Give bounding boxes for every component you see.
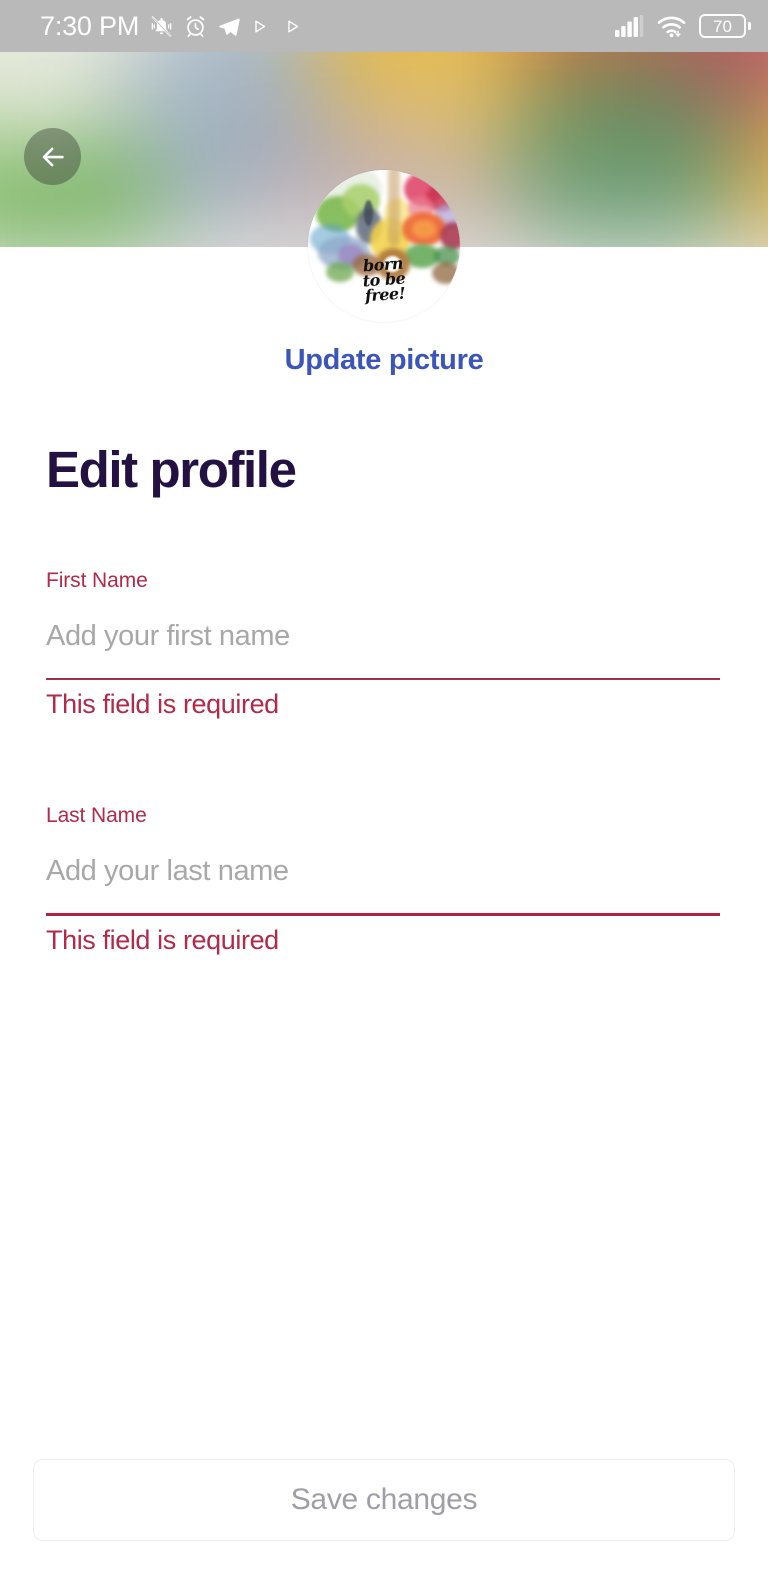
battery-level-text: 70 (713, 16, 732, 36)
avatar-caption-line-3: free! (364, 283, 406, 305)
save-changes-button[interactable]: Save changes (33, 1459, 735, 1541)
back-button[interactable] (24, 128, 81, 185)
play-triangle-icon (255, 19, 266, 33)
avatar[interactable]: born to be free! (308, 170, 460, 322)
last-name-field-group: Last Name This field is required (46, 805, 720, 954)
first-name-label: First Name (46, 569, 148, 592)
arrow-left-icon (42, 147, 64, 166)
telegram-icon (219, 17, 240, 36)
silent-bell-icon (151, 15, 172, 37)
avatar-caption: born to be free! (340, 253, 429, 305)
signal-bars-icon (615, 15, 644, 37)
last-name-error: This field is required (46, 925, 279, 955)
first-name-field-group: First Name This field is required (46, 570, 720, 718)
app-screen: 7:30 PM 70 born to be free! Update pictu… (0, 0, 768, 1569)
last-name-underline (46, 913, 720, 916)
wifi-icon (657, 16, 686, 37)
status-time: 7:30 PM (40, 10, 140, 41)
battery-icon: 70 (699, 14, 751, 38)
status-bar-left: 7:30 PM (40, 10, 615, 41)
status-bar: 7:30 PM 70 (0, 0, 768, 52)
status-bar-right: 70 (615, 14, 751, 38)
first-name-underline (46, 678, 720, 680)
last-name-input[interactable] (46, 854, 720, 888)
last-name-label: Last Name (46, 804, 147, 827)
alarm-clock-icon (186, 15, 205, 37)
update-picture-link[interactable]: Update picture (0, 344, 768, 377)
play-triangle-icon (288, 19, 299, 33)
first-name-error: This field is required (46, 689, 279, 719)
first-name-input[interactable] (46, 619, 720, 653)
page-title: Edit profile (46, 441, 297, 498)
